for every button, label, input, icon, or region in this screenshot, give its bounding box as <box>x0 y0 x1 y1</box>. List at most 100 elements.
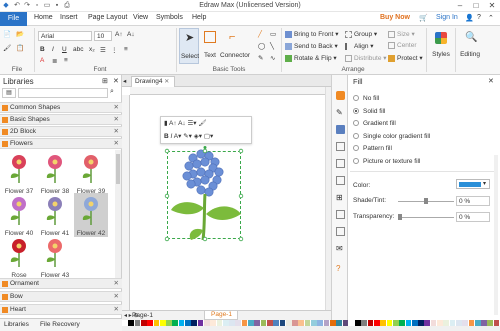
layer-panel-icon[interactable] <box>336 176 345 185</box>
tab-file-recovery[interactable]: File Recovery <box>40 321 80 328</box>
select-tool-button[interactable]: ➤ Select <box>179 28 199 64</box>
radio-icon[interactable] <box>353 120 359 127</box>
page-panel-icon[interactable] <box>336 159 345 168</box>
library-section-flowers[interactable]: Flowers ✕ <box>0 138 122 149</box>
pen-icon[interactable]: ╱ <box>258 30 262 38</box>
line-panel-icon[interactable]: ✎ <box>336 108 345 117</box>
format-painter-icon[interactable]: 🖌 <box>198 120 206 127</box>
help-icon[interactable]: ? <box>477 14 481 21</box>
fill-option[interactable]: Solid fill <box>353 108 385 115</box>
selection-handle[interactable] <box>238 193 244 199</box>
underline-icon[interactable]: U <box>62 46 67 53</box>
close-section-icon[interactable]: ✕ <box>114 292 119 302</box>
bold-icon[interactable]: B <box>40 46 45 53</box>
close-section-icon[interactable]: ✕ <box>114 139 119 149</box>
shadow-panel-icon[interactable] <box>336 125 345 134</box>
new-doc-icon[interactable]: 📄 <box>3 30 11 38</box>
italic-small-icon[interactable]: I <box>171 133 173 140</box>
close-section-icon[interactable]: ✕ <box>114 305 119 315</box>
rectangle-icon[interactable]: ▭ <box>270 30 276 38</box>
selection-handle[interactable] <box>238 236 244 242</box>
search-icon[interactable]: ⌕ <box>110 88 114 96</box>
shadow-icon[interactable]: ▢▾ <box>204 133 213 140</box>
close-tab-icon[interactable]: ✕ <box>164 79 169 85</box>
open-doc-icon[interactable]: 📂 <box>16 30 24 38</box>
radio-icon[interactable] <box>353 157 359 164</box>
center-button[interactable]: Center <box>388 42 417 49</box>
flower-item[interactable]: Flower 42 <box>74 193 108 237</box>
text-color-icon[interactable]: A▾ <box>174 133 182 140</box>
attachment-panel-icon[interactable] <box>336 227 345 236</box>
scroll-thumb[interactable] <box>116 154 120 184</box>
tab-drawing4[interactable]: Drawing4 ✕ <box>131 76 175 87</box>
strikethrough-icon[interactable]: abc <box>73 46 83 53</box>
rotate-handle[interactable] <box>203 146 207 149</box>
flower-item[interactable]: Flower 41 <box>38 193 72 237</box>
line-icon[interactable]: ╲ <box>270 42 274 50</box>
menu-symbols[interactable]: Symbols <box>156 14 183 21</box>
fill-panel-scrollbar[interactable] <box>494 155 498 315</box>
line-spacing-icon[interactable]: ≣ <box>52 57 57 65</box>
shade-slider-handle[interactable] <box>424 198 428 204</box>
library-search-input[interactable] <box>18 88 108 98</box>
grow-font-icon[interactable]: A↑ <box>115 31 123 38</box>
fill-option[interactable]: Gradient fill <box>353 120 396 127</box>
group-button[interactable]: Group ▾ <box>345 30 377 38</box>
font-color-icon[interactable]: A <box>40 57 44 64</box>
fill-option[interactable]: Picture or texture fill <box>353 158 420 165</box>
align-button[interactable]: Align ▾ <box>345 42 374 50</box>
library-section-2d-block[interactable]: 2D Block ✕ <box>0 126 122 137</box>
bullets-icon[interactable]: ☰ <box>100 46 106 54</box>
user-icon[interactable]: 👤 <box>465 14 474 22</box>
transparency-slider[interactable] <box>398 217 454 218</box>
maximize-button[interactable]: □ <box>468 0 484 12</box>
numbering-icon[interactable]: ⋮ <box>111 46 118 54</box>
radio-icon[interactable] <box>353 145 359 152</box>
flower-42-shape[interactable] <box>163 146 247 244</box>
hyperlink-panel-icon[interactable] <box>336 210 345 219</box>
ribbon-options-icon[interactable]: ⌃ <box>488 14 494 22</box>
menu-insert[interactable]: Insert <box>60 14 78 21</box>
menu-file[interactable]: File <box>0 12 27 26</box>
selection-handle[interactable] <box>164 193 170 199</box>
close-section-icon[interactable]: ✕ <box>114 127 119 137</box>
close-button[interactable]: ✕ <box>484 0 500 12</box>
curve-icon[interactable]: ∿ <box>270 54 275 62</box>
close-section-icon[interactable]: ✕ <box>114 279 119 289</box>
close-section-icon[interactable]: ✕ <box>114 115 119 125</box>
insert-icon[interactable]: ▮ <box>164 120 168 127</box>
flower-item[interactable]: Flower 37 <box>2 151 36 195</box>
transparency-value-input[interactable]: 0 % <box>456 212 490 222</box>
drawing-page[interactable]: ▮ A↑ A↓ ☰▾ 🖌 B I A▾ ✎▾ ◈▾ ▢▾ <box>131 96 319 310</box>
flower-item[interactable]: Flower 39 <box>74 151 108 195</box>
rotate-flip-button[interactable]: Rotate & Flip ▾ <box>285 54 337 62</box>
menu-home[interactable]: Home <box>34 14 53 21</box>
fill-color-icon[interactable]: ◈▾ <box>194 133 202 140</box>
selection-handle[interactable] <box>164 236 170 242</box>
pencil-icon[interactable]: ✎ <box>258 54 263 62</box>
fill-option[interactable]: Single color gradient fill <box>353 133 430 140</box>
more-format-icon[interactable]: ≡ <box>124 46 128 53</box>
color-picker[interactable]: ▾ <box>456 179 490 189</box>
size-button[interactable]: Size ▾ <box>388 30 415 38</box>
fill-panel-icon[interactable] <box>336 91 345 100</box>
send-to-back-button[interactable]: Send to Back ▾ <box>285 42 338 50</box>
tab-scroll-icon[interactable]: ◂ <box>123 77 126 85</box>
library-section-ornament[interactable]: Ornament ✕ <box>0 278 122 289</box>
sign-in-link[interactable]: Sign In <box>436 14 458 21</box>
connector-tool-button[interactable]: ⌐ Connector <box>220 28 250 64</box>
comment-panel-icon[interactable]: ✉ <box>336 244 345 253</box>
shade-value-input[interactable]: 0 % <box>456 196 490 206</box>
bold-small-icon[interactable]: B <box>164 133 169 140</box>
menu-view[interactable]: View <box>133 14 148 21</box>
selection-handle[interactable] <box>202 148 208 154</box>
transparency-slider-handle[interactable] <box>398 214 402 220</box>
radio-icon[interactable] <box>353 107 359 114</box>
menu-help[interactable]: Help <box>192 14 206 21</box>
paste-icon[interactable]: 📋 <box>16 44 24 52</box>
library-section-bow[interactable]: Bow ✕ <box>0 291 122 302</box>
library-scrollbar[interactable] <box>115 150 121 278</box>
minimize-button[interactable]: – <box>452 0 468 12</box>
ellipse-icon[interactable]: ◯ <box>258 42 265 50</box>
bring-to-front-button[interactable]: Bring to Front ▾ <box>285 30 338 38</box>
